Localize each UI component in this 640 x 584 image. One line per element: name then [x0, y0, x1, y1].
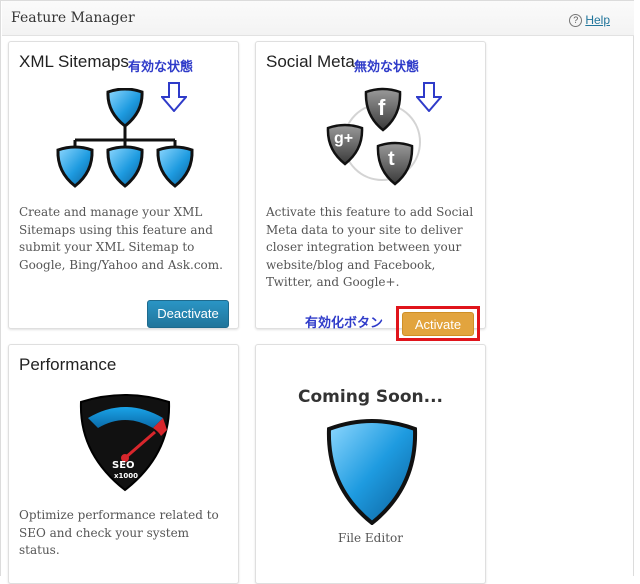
xml-sitemaps-description: Create and manage your XML Sitemaps usin… — [19, 205, 223, 272]
panel-title: Feature Manager — [11, 10, 135, 26]
facebook-icon: f — [378, 95, 386, 120]
activate-button[interactable]: Activate — [402, 312, 474, 336]
help-label[interactable]: Help — [585, 13, 610, 27]
performance-description: Optimize performance related to SEO and … — [19, 508, 219, 557]
file-editor-card: Coming Soon... File Editor — [255, 344, 486, 584]
xml-sitemaps-card: XML Sitemaps 有効な状態 Create and manage you… — [8, 41, 239, 329]
activate-button-annotation: 有効化ボタン — [305, 316, 384, 331]
social-meta-card: Social Meta 無効な状態 f g+ t Activate this f… — [255, 41, 486, 329]
coming-soon-label: Coming Soon... — [298, 387, 443, 407]
file-editor-label: File Editor — [338, 531, 403, 545]
performance-card: Performance SEO x1000 Optimize performan… — [8, 344, 239, 584]
gauge-sublabel: x1000 — [114, 472, 138, 480]
performance-title: Performance — [19, 355, 117, 374]
deactivate-button[interactable]: Deactivate — [147, 300, 229, 328]
xml-sitemaps-title: XML Sitemaps — [19, 52, 129, 71]
help-link[interactable]: ? Help — [569, 13, 610, 27]
help-icon: ? — [569, 14, 583, 27]
google-plus-icon: g+ — [334, 130, 354, 147]
twitter-icon: t — [388, 148, 395, 170]
social-meta-title: Social Meta — [266, 52, 355, 71]
sitemap-tree-icon — [56, 88, 194, 188]
inactive-state-annotation: 無効な状態 — [354, 60, 420, 75]
active-state-annotation: 有効な状態 — [128, 60, 194, 75]
shield-icon — [326, 419, 418, 525]
social-meta-description: Activate this feature to add Social Meta… — [266, 205, 474, 289]
panel-header: Feature Manager ? Help — [2, 1, 634, 36]
gauge-label: SEO — [112, 460, 135, 471]
